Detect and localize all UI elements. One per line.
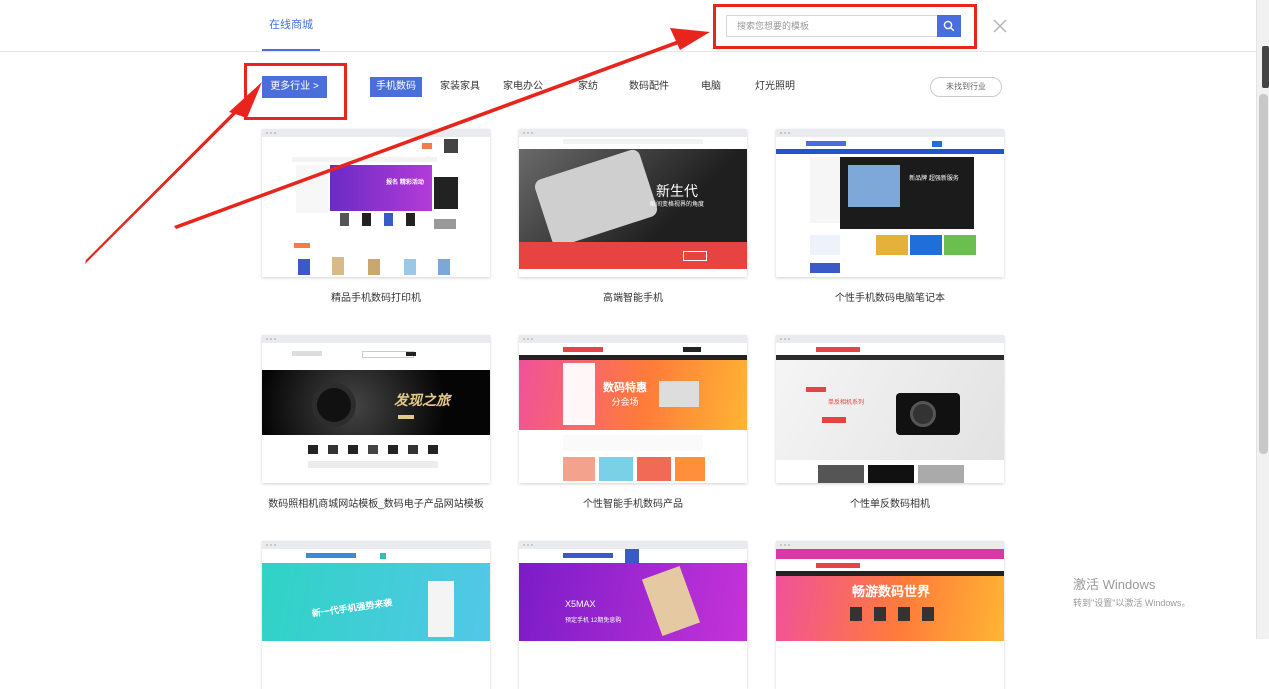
scrollbar-thumb[interactable] [1259, 94, 1268, 454]
template-title[interactable]: 高端智能手机 [519, 289, 747, 304]
template-title[interactable]: 个性智能手机数码产品 [519, 495, 747, 510]
template-card[interactable]: 新品牌 超强新服务 个性手机数码电脑笔记本 [776, 129, 1004, 304]
more-industries-button[interactable]: 更多行业 > [262, 76, 327, 98]
template-thumbnail: 数码特惠 分会场 [519, 335, 747, 483]
category-computer[interactable]: 电脑 [701, 77, 721, 97]
tab-online-store[interactable]: 在线商城 [262, 0, 320, 51]
template-card[interactable]: 新生代 瞬间变格视界的角度 高端智能手机 [519, 129, 747, 304]
template-title[interactable]: 数码照相机商城网站模板_数码电子产品网站模板 [262, 495, 490, 510]
template-title[interactable]: 个性手机数码电脑笔记本 [776, 289, 1004, 304]
template-thumbnail: 畅游数码世界 [776, 541, 1004, 689]
template-thumbnail: 新品牌 超强新服务 [776, 129, 1004, 277]
template-title[interactable]: 精品手机数码打印机 [262, 289, 490, 304]
template-thumbnail: 单反相机系列 [776, 335, 1004, 483]
watermark-title: 激活 Windows [1073, 577, 1156, 592]
template-card[interactable]: 新一代手机强势来袭 [262, 541, 490, 689]
template-thumbnail: 新一代手机强势来袭 [262, 541, 490, 689]
search-button[interactable] [937, 15, 961, 37]
template-card[interactable]: 发现之旅 数码照相机商城网站模板_数码电子产品网站模板 [262, 335, 490, 510]
search-annotation-box [713, 4, 977, 49]
template-thumbnail: 发现之旅 [262, 335, 490, 483]
close-button[interactable] [990, 16, 1010, 36]
template-card[interactable]: 畅游数码世界 [776, 541, 1004, 689]
template-card[interactable]: 报名 精彩活动 精品手机数码打印机 [262, 129, 490, 304]
windows-activation-watermark: 激活 Windows 转到"设置"以激活 Windows。 [1073, 574, 1190, 609]
search-icon [943, 20, 955, 32]
category-phone-digital[interactable]: 手机数码 [370, 77, 422, 97]
template-thumbnail: 新生代 瞬间变格视界的角度 [519, 129, 747, 277]
category-appliance-office[interactable]: 家电办公 [503, 77, 543, 97]
industry-not-found-button[interactable]: 未找到行业 [930, 77, 1002, 97]
template-card[interactable]: 数码特惠 分会场 个性智能手机数码产品 [519, 335, 747, 510]
side-widget[interactable] [1262, 46, 1269, 88]
template-thumbnail: X5MAX 预定手机 12期免息购 [519, 541, 747, 689]
category-digital-accessories[interactable]: 数码配件 [629, 77, 669, 97]
top-bar: 在线商城 [0, 0, 1256, 52]
category-lighting[interactable]: 灯光照明 [755, 77, 795, 97]
category-textile[interactable]: 家纺 [578, 77, 598, 97]
template-card[interactable]: 单反相机系列 个性单反数码相机 [776, 335, 1004, 510]
watermark-subtitle: 转到"设置"以激活 Windows。 [1073, 598, 1191, 608]
template-card[interactable]: X5MAX 预定手机 12期免息购 [519, 541, 747, 689]
search-input[interactable] [726, 15, 937, 37]
category-home-furniture[interactable]: 家装家具 [440, 77, 480, 97]
close-icon [993, 19, 1007, 33]
template-thumbnail: 报名 精彩活动 [262, 129, 490, 277]
template-title[interactable]: 个性单反数码相机 [776, 495, 1004, 510]
